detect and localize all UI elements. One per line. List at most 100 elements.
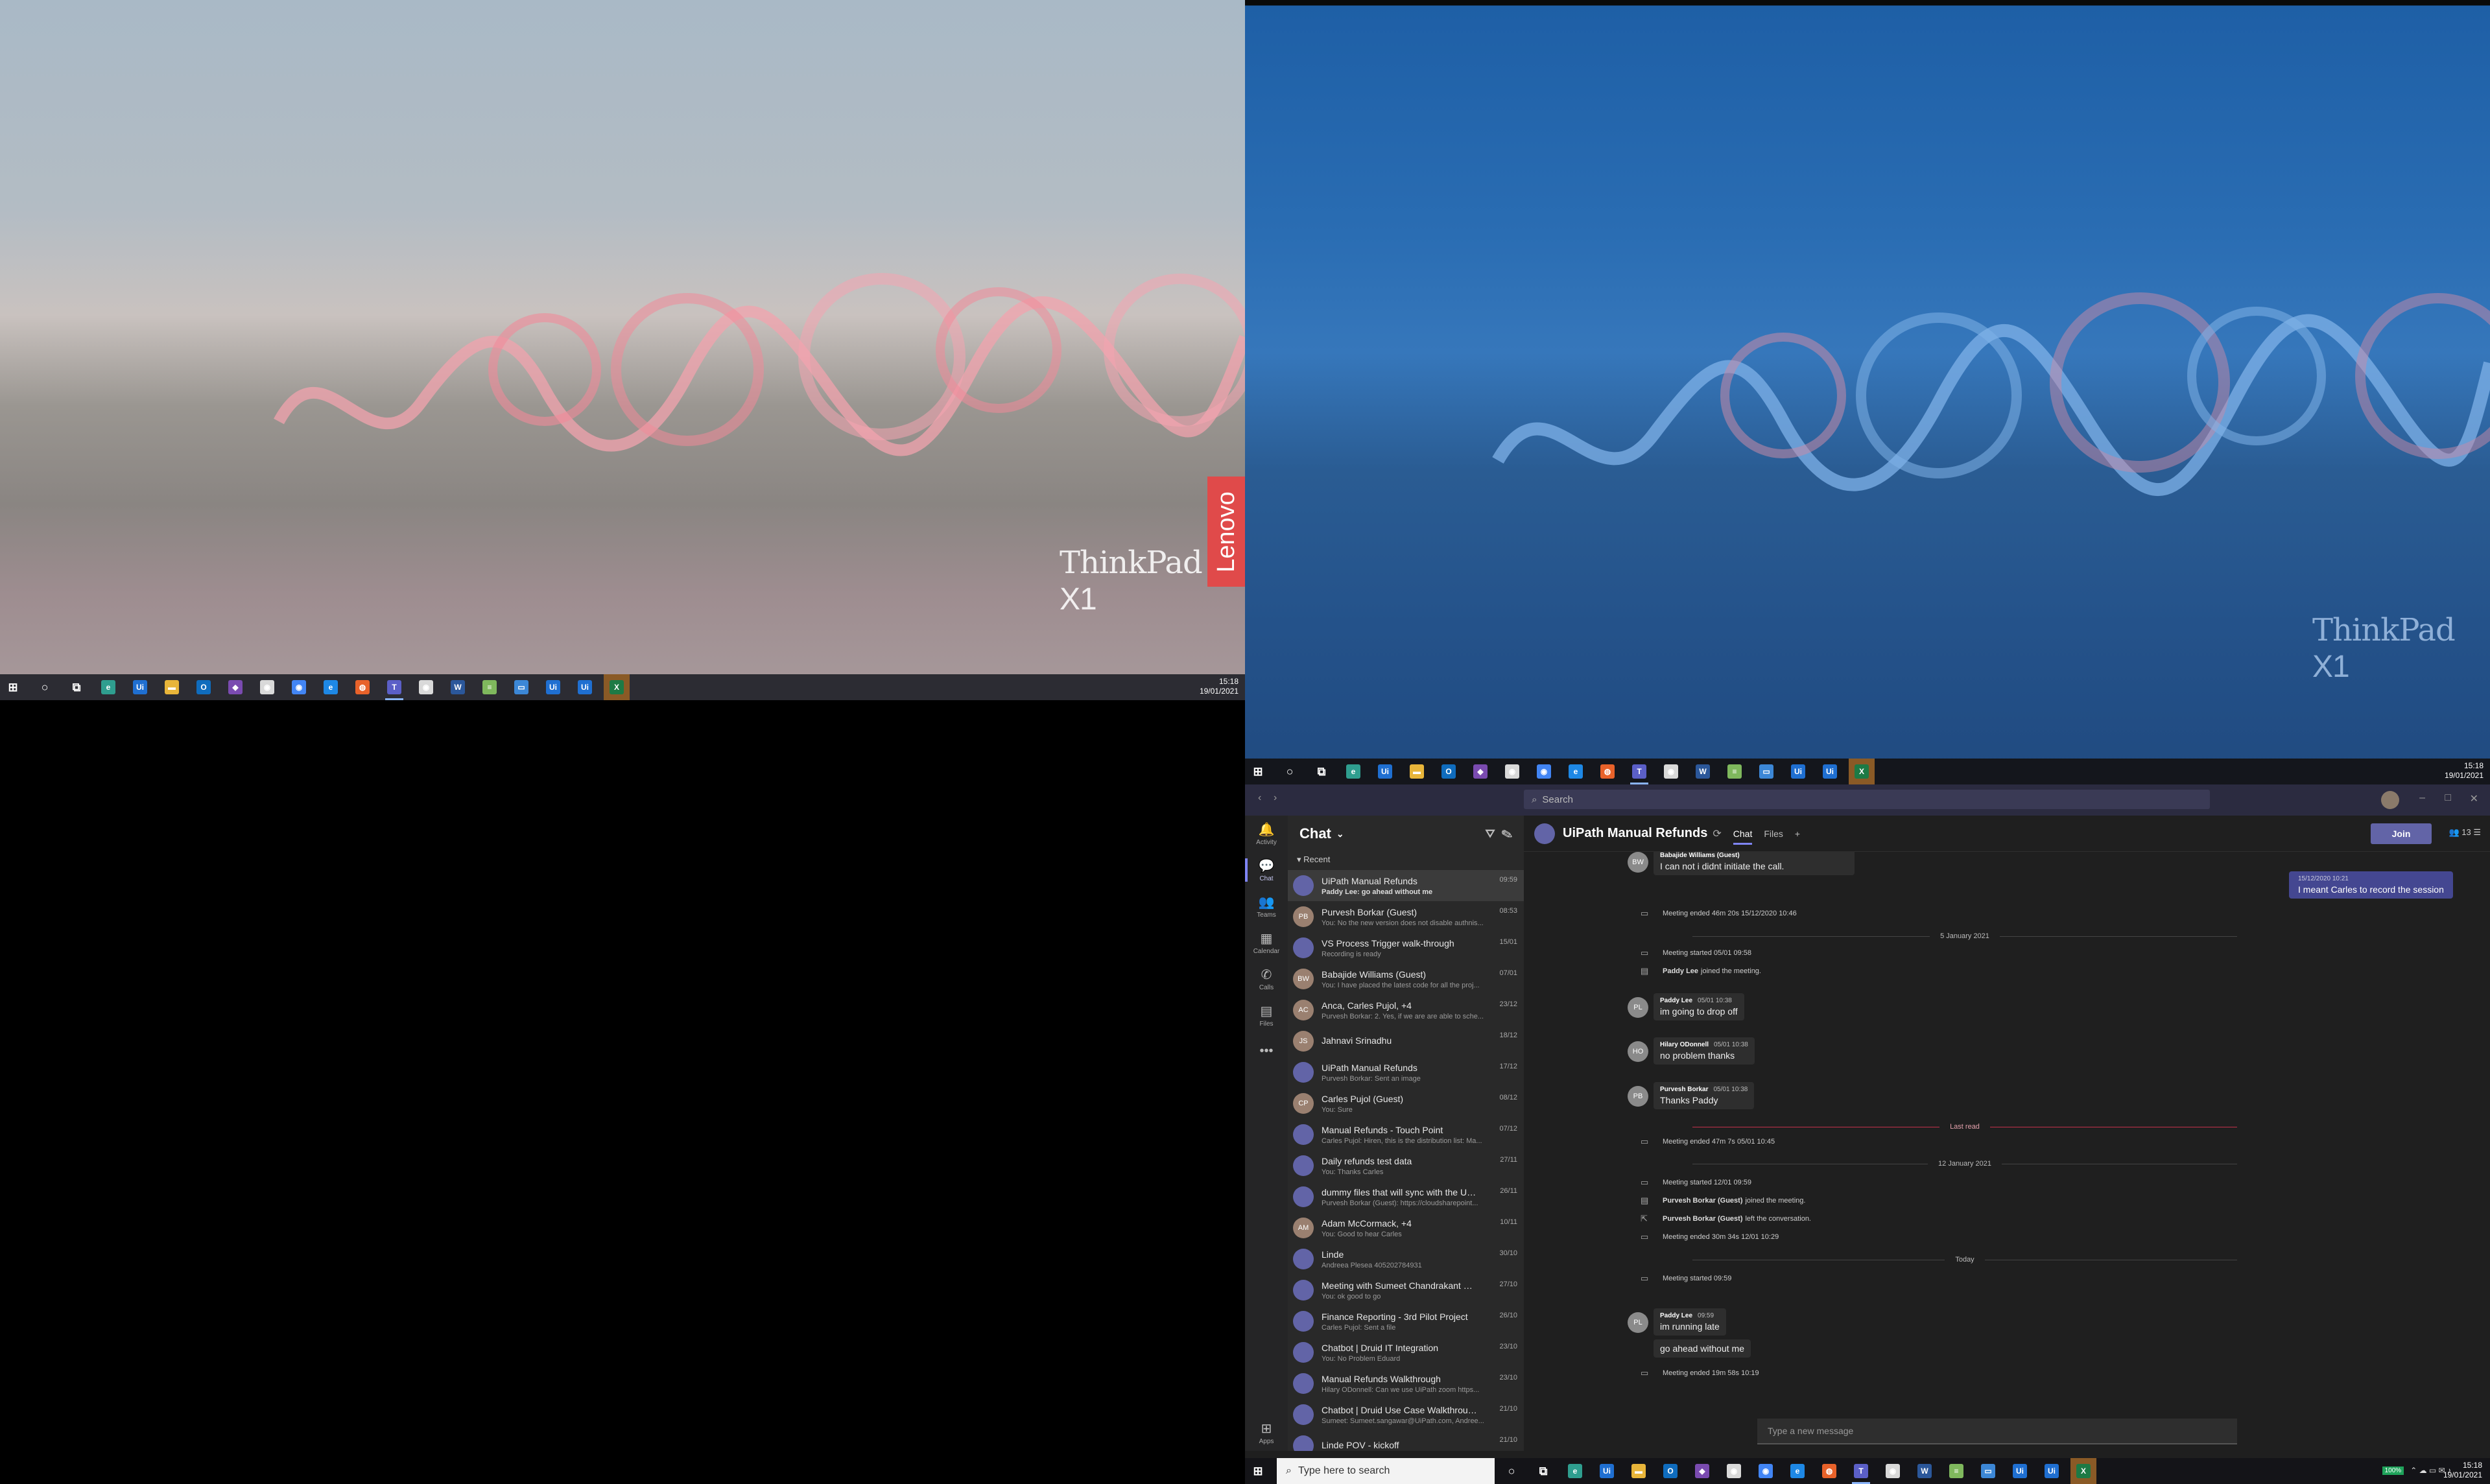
chrome-icon[interactable]: ◉	[1721, 1458, 1747, 1484]
uipath-icon[interactable]: Ui	[1785, 759, 1811, 784]
rail-item-chat[interactable]: 💬 Chat	[1245, 852, 1288, 888]
tab-files[interactable]: Files	[1764, 829, 1783, 839]
search-input[interactable]: ⌕ Search	[1524, 790, 2210, 809]
avatar[interactable]: PB	[1628, 1086, 1648, 1107]
rail-item-activity[interactable]: 🔔 Activity	[1245, 816, 1288, 852]
uipath-icon[interactable]: Ui	[1817, 759, 1843, 784]
rail-item-files[interactable]: ▤ Files	[1245, 997, 1288, 1033]
chat-list-item[interactable]: Manual Refunds Walkthrough Hilary ODonnel…	[1288, 1368, 1524, 1399]
uipath-icon[interactable]: Ui	[540, 674, 566, 700]
chat-list-item[interactable]: UiPath Manual Refunds Paddy Lee: go ahead…	[1288, 870, 1524, 901]
filter-icon[interactable]: ⛛	[1485, 827, 1495, 840]
firefox-icon[interactable]: ◍	[1595, 759, 1620, 784]
back-arrow-icon[interactable]: ‹	[1258, 792, 1261, 804]
task-view-icon[interactable]: ⧉	[64, 674, 89, 700]
word-icon[interactable]: W	[445, 674, 471, 700]
windows-start-icon[interactable]: ⊞	[0, 674, 26, 700]
chat-list-item[interactable]: Finance Reporting - 3rd Pilot Project Car…	[1288, 1306, 1524, 1337]
chat-list-item[interactable]: AC Anca, Carles Pujol, +4 Purvesh Borkar: …	[1288, 995, 1524, 1026]
chat-list-item[interactable]: VS Process Trigger walk-through Recording…	[1288, 932, 1524, 963]
chevron-down-icon[interactable]: ⌄	[1336, 829, 1344, 840]
internet-explorer-icon[interactable]: e	[1784, 1458, 1810, 1484]
uipath-icon[interactable]: Ui	[1372, 759, 1398, 784]
notepad-icon[interactable]: ≡	[1943, 1458, 1969, 1484]
chrome-icon[interactable]: ◉	[1880, 1458, 1906, 1484]
avatar[interactable]: HO	[1628, 1041, 1648, 1062]
chat-list-item[interactable]: Chatbot | Druid IT Integration You: No Pr…	[1288, 1337, 1524, 1368]
cortana-icon[interactable]: ○	[32, 674, 58, 700]
windows-start-icon[interactable]: ⊞	[1245, 1458, 1271, 1484]
rail-item-teams[interactable]: 👥 Teams	[1245, 888, 1288, 925]
forward-arrow-icon[interactable]: ›	[1274, 792, 1277, 804]
chrome-icon[interactable]: ◉	[1531, 759, 1557, 784]
chat-list-item[interactable]: Chatbot | Druid Use Case Walkthrough Sume…	[1288, 1399, 1524, 1430]
chat-list-item[interactable]: CP Carles Pujol (Guest) You: Sure 08/12	[1288, 1088, 1524, 1119]
edge-icon[interactable]: e	[95, 674, 121, 700]
rail-item-calls[interactable]: ✆ Calls	[1245, 961, 1288, 997]
close-icon[interactable]: ✕	[2470, 792, 2478, 805]
chrome-icon[interactable]: ◉	[1753, 1458, 1779, 1484]
teams-icon[interactable]: T	[1626, 759, 1652, 784]
tab-chat[interactable]: Chat	[1733, 829, 1753, 845]
avatar[interactable]: PL	[1628, 997, 1648, 1018]
minimize-icon[interactable]: –	[2419, 792, 2425, 804]
outlook-icon[interactable]: O	[1657, 1458, 1683, 1484]
battery-indicator[interactable]: 100%	[2382, 1466, 2404, 1475]
chrome-icon[interactable]: ◉	[254, 674, 280, 700]
edge-icon[interactable]: e	[1340, 759, 1366, 784]
chat-list-item[interactable]: Meeting with Sumeet Chandrakant Sa... You…	[1288, 1275, 1524, 1306]
visual-studio-icon[interactable]: ◆	[1467, 759, 1493, 784]
chat-list-item[interactable]: Linde Andreea Pleseа 405202784931 30/10	[1288, 1243, 1524, 1275]
chrome-icon[interactable]: ◉	[286, 674, 312, 700]
taskbar-clock[interactable]: 15:18 19/01/2021	[1200, 677, 1239, 696]
file-explorer-icon[interactable]: ▬	[1404, 759, 1430, 784]
chat-list-item[interactable]: Manual Refunds - Touch Point Carles Pujol…	[1288, 1119, 1524, 1150]
chrome-icon[interactable]: ◉	[413, 674, 439, 700]
visual-studio-icon[interactable]: ◆	[222, 674, 248, 700]
outlook-icon[interactable]: O	[191, 674, 217, 700]
taskbar-clock[interactable]: 15:18 19/01/2021	[2445, 761, 2484, 781]
rail-item-more[interactable]: •••	[1245, 1033, 1288, 1070]
edge-icon[interactable]: e	[1562, 1458, 1588, 1484]
outlook-icon[interactable]: O	[1436, 759, 1462, 784]
uipath-icon[interactable]: Ui	[127, 674, 153, 700]
word-icon[interactable]: W	[1690, 759, 1716, 784]
avatar[interactable]: PL	[1628, 1312, 1648, 1333]
chat-list-item[interactable]: PB Purvesh Borkar (Guest) You: No the new …	[1288, 901, 1524, 932]
compose-message-input[interactable]: Type a new message	[1757, 1419, 2237, 1444]
internet-explorer-icon[interactable]: e	[1563, 759, 1589, 784]
visual-studio-icon[interactable]: ◆	[1689, 1458, 1715, 1484]
windows-start-icon[interactable]: ⊞	[1245, 759, 1271, 784]
chat-list-item[interactable]: UiPath Manual Refunds Purvesh Borkar: Sen…	[1288, 1057, 1524, 1088]
remote-desktop-icon[interactable]: ▭	[1753, 759, 1779, 784]
file-explorer-icon[interactable]: ▬	[159, 674, 185, 700]
chat-list-item[interactable]: AM Adam McCormack, +4 You: Good to hear Ca…	[1288, 1212, 1524, 1243]
cortana-icon[interactable]: ○	[1277, 759, 1303, 784]
firefox-icon[interactable]: ◍	[350, 674, 375, 700]
internet-explorer-icon[interactable]: e	[318, 674, 344, 700]
taskbar-clock[interactable]: 15:18 19/01/2021	[2443, 1461, 2482, 1480]
join-button[interactable]: Join	[2371, 823, 2432, 844]
chat-list-item[interactable]: JS Jahnavi Srinadhu 18/12	[1288, 1026, 1524, 1057]
taskbar-search-input[interactable]: ⌕ Type here to search	[1277, 1458, 1495, 1484]
notepad-icon[interactable]: ≡	[477, 674, 503, 700]
new-chat-icon[interactable]: ✎	[1502, 827, 1512, 840]
avatar[interactable]: BW	[1628, 852, 1648, 873]
chrome-icon[interactable]: ◉	[1658, 759, 1684, 784]
remote-desktop-icon[interactable]: ▭	[508, 674, 534, 700]
chat-list-item[interactable]: Linde POV - kickoff 21/10	[1288, 1430, 1524, 1451]
excel-icon[interactable]: X	[2070, 1458, 2096, 1484]
firefox-icon[interactable]: ◍	[1816, 1458, 1842, 1484]
excel-icon[interactable]: X	[1849, 759, 1875, 784]
chat-list-item[interactable]: Daily refunds test data You: Thanks Carle…	[1288, 1150, 1524, 1181]
word-icon[interactable]: W	[1912, 1458, 1938, 1484]
rail-apps[interactable]: ⊞ Apps	[1245, 1415, 1288, 1451]
teams-icon[interactable]: T	[381, 674, 407, 700]
chat-list-item[interactable]: BW Babajide Williams (Guest) You: I have p…	[1288, 963, 1524, 995]
maximize-icon[interactable]: □	[2445, 792, 2451, 804]
remote-desktop-icon[interactable]: ▭	[1975, 1458, 2001, 1484]
teams-icon[interactable]: T	[1848, 1458, 1874, 1484]
task-view-icon[interactable]: ⧉	[1309, 759, 1334, 784]
rail-item-calendar[interactable]: ▦ Calendar	[1245, 925, 1288, 961]
uipath-icon[interactable]: Ui	[572, 674, 598, 700]
